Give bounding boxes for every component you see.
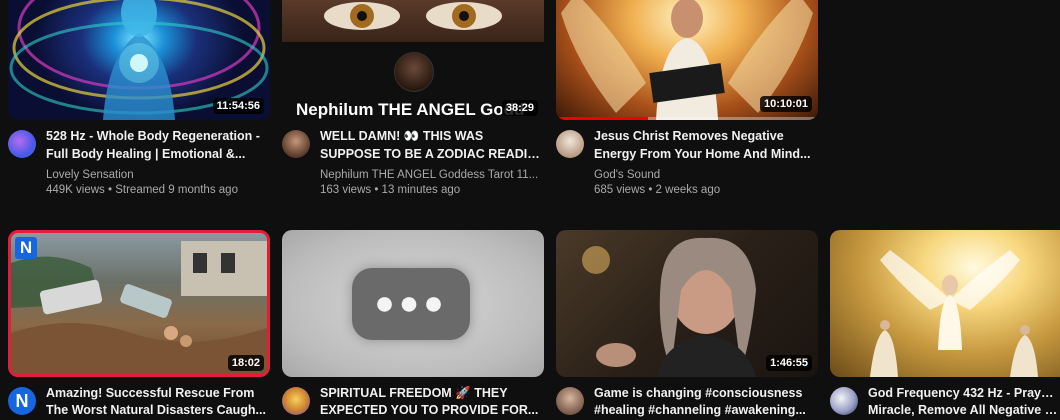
video-title-line1[interactable]: Jesus Christ Removes Negative: [594, 128, 816, 145]
video-title-line1[interactable]: 528 Hz - Whole Body Regeneration -: [46, 128, 268, 145]
eyes-art: [324, 2, 502, 30]
thumbnail-art: [870, 250, 1038, 377]
video-card-4[interactable]: N 18:02 N Amazing! Successful Rescue Fro…: [8, 230, 270, 420]
video-thumbnail[interactable]: 11:54:56: [8, 0, 270, 120]
duration-badge: 18:02: [227, 355, 264, 371]
video-thumbnail[interactable]: 1:46:55: [556, 230, 818, 377]
video-title-line1[interactable]: Game is changing #consciousness: [594, 385, 816, 402]
video-stats: 163 views • 13 minutes ago: [320, 184, 461, 196]
channel-name[interactable]: Lovely Sensation: [46, 168, 268, 183]
video-stats: 449K views • Streamed 9 months ago: [46, 184, 238, 196]
channel-avatar[interactable]: [8, 130, 36, 158]
duration-badge: 38:29: [501, 100, 538, 116]
channel-avatar[interactable]: [282, 387, 310, 415]
thumbnail-art: [282, 0, 544, 42]
channel-name[interactable]: God's Sound: [594, 168, 816, 183]
video-thumbnail[interactable]: 6: [830, 230, 1060, 377]
video-card-1[interactable]: 11:54:56 528 Hz - Whole Body Regeneratio…: [8, 0, 270, 200]
duration-badge: 11:54:56: [212, 98, 264, 114]
video-thumbnail[interactable]: Nephilum THE ANGEL Godd 38:29: [282, 0, 544, 120]
video-card-7[interactable]: 6 God Frequency 432 Hz - Prayer For Mira…: [830, 230, 1060, 420]
video-title-line2[interactable]: The Worst Natural Disasters Caugh...: [46, 402, 268, 419]
video-title-line1[interactable]: Amazing! Successful Rescue From: [46, 385, 268, 402]
watch-progress-bar: [556, 117, 648, 120]
channel-avatar[interactable]: N: [8, 387, 36, 415]
more-dots-icon: ●●●: [374, 284, 448, 322]
channel-avatar[interactable]: [282, 130, 310, 158]
channel-name[interactable]: Nephilum THE ANGEL Goddess Tarot 11...: [320, 168, 542, 183]
video-title-line2[interactable]: Full Body Healing | Emotional &...: [46, 146, 268, 163]
video-card-3[interactable]: 10:10:01 Jesus Christ Removes Negative E…: [556, 0, 818, 200]
channel-avatar[interactable]: [830, 387, 858, 415]
video-title-line2[interactable]: SUPPOSE TO BE A ZODIAC READIN...: [320, 146, 542, 163]
video-card-5[interactable]: ●●● SPIRITUAL FREEDOM 🚀 THEY EXPECTED YO…: [282, 230, 544, 420]
duration-badge: 10:10:01: [759, 96, 812, 112]
video-title-line1[interactable]: SPIRITUAL FREEDOM 🚀 THEY: [320, 385, 542, 402]
video-title-line2[interactable]: #healing #channeling #awakening...: [594, 402, 816, 419]
video-thumbnail[interactable]: ●●●: [282, 230, 544, 377]
n-logo-icon: N: [15, 391, 29, 411]
video-title-line1[interactable]: God Frequency 432 Hz - Prayer For: [868, 385, 1060, 402]
placeholder-play-shape: ●●●: [352, 268, 470, 340]
thumbnail-art: [11, 241, 267, 374]
n-logo-icon: N: [15, 237, 37, 259]
video-thumbnail[interactable]: N 18:02: [8, 230, 270, 377]
video-thumbnail[interactable]: 10:10:01: [556, 0, 818, 120]
channel-avatar[interactable]: [556, 130, 584, 158]
video-stats: 685 views • 2 weeks ago: [594, 184, 721, 196]
video-title-line2[interactable]: Miracle, Remove All Negative Ener...: [868, 402, 1060, 419]
video-card-6[interactable]: 1:46:55 Game is changing #consciousness …: [556, 230, 818, 420]
video-card-2[interactable]: Nephilum THE ANGEL Godd 38:29 WELL DAMN!…: [282, 0, 544, 200]
overlay-channel-name: Nephilum THE ANGEL Godd: [296, 100, 525, 119]
video-title-line1[interactable]: WELL DAMN! 👀 THIS WAS: [320, 128, 542, 145]
video-title-line2[interactable]: EXPECTED YOU TO PROVIDE FOR...: [320, 402, 542, 419]
overlay-avatar: [394, 52, 434, 92]
duration-badge: 1:46:55: [766, 355, 812, 371]
channel-avatar[interactable]: [556, 387, 584, 415]
video-title-line2[interactable]: Energy From Your Home And Mind...: [594, 146, 816, 163]
